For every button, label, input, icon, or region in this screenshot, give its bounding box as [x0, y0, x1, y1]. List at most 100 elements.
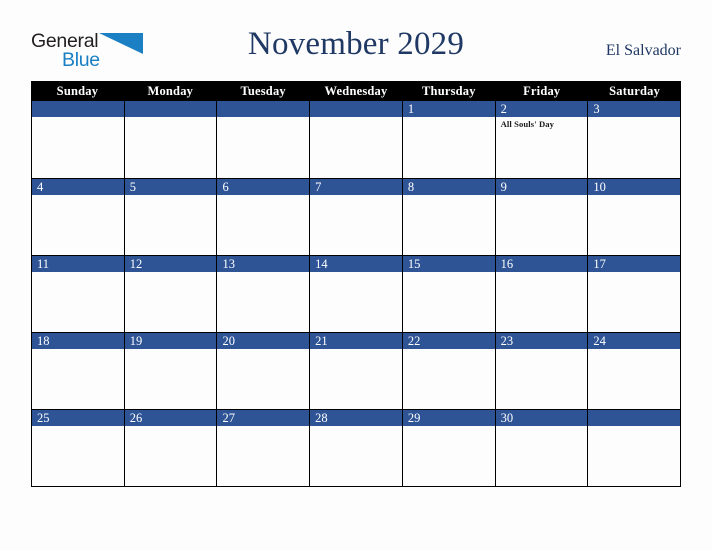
date-bar: 29 [402, 410, 495, 426]
day-events [125, 426, 217, 428]
weekday-header-row: Sunday Monday Tuesday Wednesday Thursday… [31, 81, 681, 101]
day-events [588, 426, 680, 428]
date-number: 7 [315, 180, 322, 194]
calendar-day-cell[interactable]: 9 [495, 178, 589, 255]
calendar-day-cell[interactable]: 5 [124, 178, 218, 255]
day-events [588, 117, 680, 119]
date-number: 27 [222, 411, 235, 425]
calendar-day-cell[interactable]: 21 [310, 332, 403, 409]
date-number: 24 [593, 334, 606, 348]
calendar-day-cell-empty[interactable] [217, 101, 311, 178]
day-events [32, 195, 124, 197]
day-events [125, 195, 217, 197]
date-number: 22 [407, 334, 421, 348]
day-events [125, 117, 217, 119]
calendar-day-cell[interactable]: 25 [32, 409, 125, 486]
day-events [32, 272, 124, 274]
calendar-day-cell[interactable]: 18 [32, 332, 125, 409]
date-number: 5 [129, 180, 136, 194]
day-events [588, 195, 680, 197]
day-events [217, 426, 309, 428]
date-bar: 26 [124, 410, 217, 426]
calendar-weeks: 1 2 All Souls' Day 3 4 5 6 7 8 9 10 11 12 13 14 15 16 17 1… [31, 101, 681, 487]
date-bar: 2 [495, 101, 588, 117]
calendar-week-row: 18 19 20 21 22 23 24 [32, 332, 681, 409]
day-events [310, 117, 402, 119]
calendar-day-cell[interactable]: 16 [495, 255, 589, 332]
calendar-day-cell[interactable]: 2 All Souls' Day [495, 101, 589, 178]
date-bar [588, 410, 681, 426]
holiday-label: All Souls' Day [500, 119, 555, 129]
date-number: 4 [37, 180, 44, 194]
calendar-day-cell-empty[interactable] [32, 101, 125, 178]
date-number: 3 [593, 102, 600, 116]
date-bar: 23 [495, 333, 588, 349]
date-number: 15 [407, 257, 421, 271]
calendar-day-cell[interactable]: 8 [402, 178, 496, 255]
calendar-day-cell[interactable]: 12 [124, 255, 218, 332]
calendar-day-cell[interactable]: 28 [310, 409, 403, 486]
date-bar [310, 101, 402, 117]
date-bar: 17 [588, 256, 681, 272]
date-number: 19 [129, 334, 143, 348]
region-label: El Salvador [605, 42, 681, 59]
day-events [310, 272, 402, 274]
date-number: 28 [315, 411, 328, 425]
date-bar: 27 [217, 410, 310, 426]
calendar-day-cell[interactable]: 19 [124, 332, 218, 409]
calendar-day-cell-empty[interactable] [124, 101, 218, 178]
calendar-day-cell[interactable]: 29 [402, 409, 496, 486]
day-events [403, 426, 495, 428]
calendar-day-cell[interactable]: 17 [588, 255, 681, 332]
date-number: 10 [593, 180, 606, 194]
date-number: 16 [500, 257, 514, 271]
date-bar: 16 [495, 256, 588, 272]
calendar-day-cell[interactable]: 30 [495, 409, 589, 486]
calendar-day-cell[interactable]: 7 [310, 178, 403, 255]
calendar-day-cell-empty[interactable] [588, 409, 681, 486]
day-events [496, 195, 588, 197]
calendar-day-cell[interactable]: 20 [217, 332, 311, 409]
calendar-day-cell[interactable]: 13 [217, 255, 311, 332]
day-events [496, 349, 588, 351]
date-bar: 14 [310, 256, 402, 272]
calendar-day-cell[interactable]: 1 [402, 101, 496, 178]
weekday-header-saturday: Saturday [609, 84, 661, 98]
date-number: 25 [37, 411, 50, 425]
calendar-page: General Blue November 2029 El Salvador S… [0, 0, 712, 550]
day-events [403, 117, 495, 119]
calendar-day-cell[interactable]: 4 [32, 178, 125, 255]
date-bar [124, 101, 217, 117]
day-events [310, 426, 402, 428]
weekday-header-monday: Monday [147, 84, 194, 98]
calendar-day-cell[interactable]: 11 [32, 255, 125, 332]
date-number: 2 [500, 102, 507, 116]
calendar-day-cell[interactable]: 15 [402, 255, 496, 332]
date-number: 14 [315, 257, 328, 271]
calendar-day-cell[interactable]: 23 [495, 332, 589, 409]
calendar-day-cell[interactable]: 6 [217, 178, 311, 255]
calendar-day-cell[interactable]: 24 [588, 332, 681, 409]
calendar-week-row: 1 2 All Souls' Day 3 [32, 101, 681, 178]
calendar-day-cell[interactable]: 26 [124, 409, 218, 486]
date-bar: 6 [217, 179, 310, 195]
calendar-day-cell[interactable]: 10 [588, 178, 681, 255]
day-events [32, 426, 124, 428]
calendar-day-cell[interactable]: 27 [217, 409, 311, 486]
date-bar: 7 [310, 179, 402, 195]
calendar-day-cell-empty[interactable] [310, 101, 403, 178]
calendar-day-cell[interactable]: 22 [402, 332, 496, 409]
day-events [32, 349, 124, 351]
calendar-day-cell[interactable]: 3 [588, 101, 681, 178]
date-number: 13 [222, 257, 235, 271]
date-bar: 24 [588, 333, 681, 349]
date-number: 6 [222, 180, 229, 194]
day-events [217, 272, 309, 274]
date-bar: 22 [402, 333, 495, 349]
day-events [403, 272, 495, 274]
date-bar: 30 [495, 410, 588, 426]
date-bar: 21 [310, 333, 402, 349]
date-bar: 8 [402, 179, 495, 195]
calendar-day-cell[interactable]: 14 [310, 255, 403, 332]
date-bar: 15 [402, 256, 495, 272]
